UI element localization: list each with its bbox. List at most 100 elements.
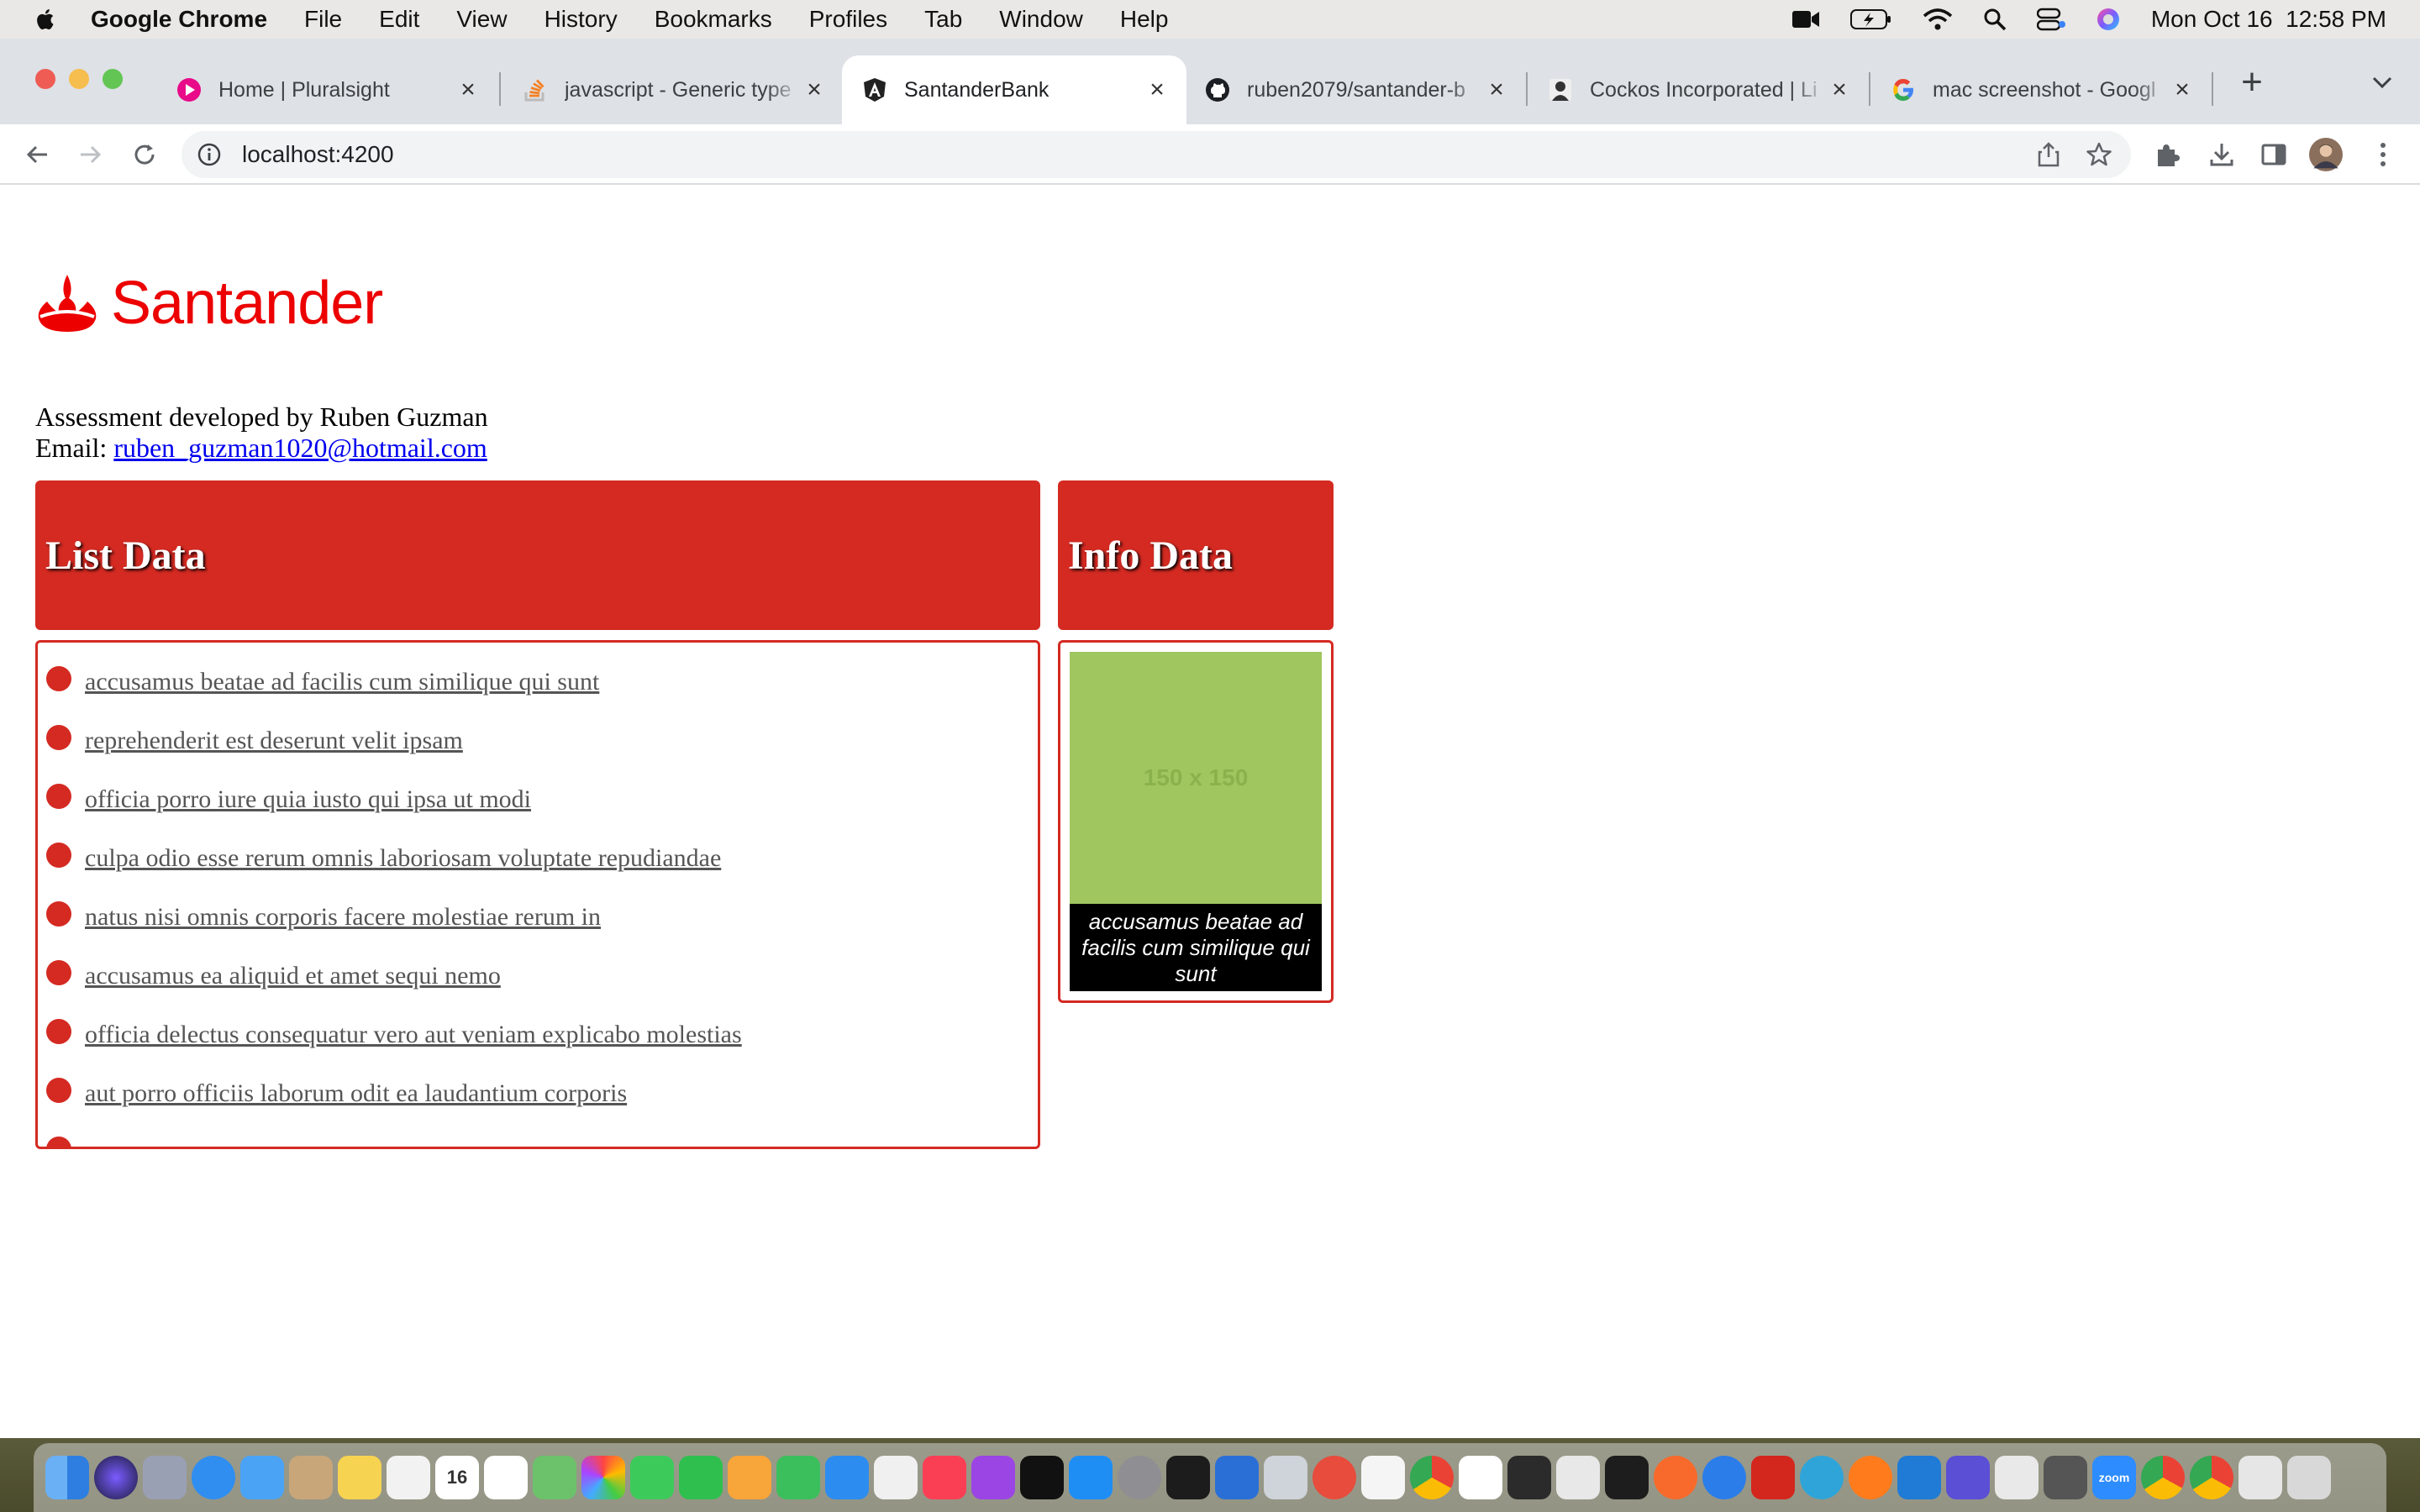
instruments-icon[interactable] — [1313, 1456, 1356, 1499]
share-icon[interactable] — [2037, 142, 2060, 167]
list-item-link[interactable]: culpa odio esse rerum omnis laboriosam v… — [85, 844, 721, 873]
extensions-button[interactable] — [2151, 138, 2185, 171]
news-icon[interactable] — [874, 1456, 918, 1499]
chrome-canary-icon[interactable] — [2190, 1456, 2233, 1499]
profile-avatar[interactable] — [2309, 138, 2343, 171]
trash-icon[interactable] — [2287, 1456, 2331, 1499]
list-data-panel[interactable]: accusamus beatae ad facilis cum similiqu… — [35, 640, 1040, 1149]
video-camera-icon[interactable] — [1791, 8, 1820, 30]
list-item-link[interactable]: officia porro iure quia iusto qui ipsa u… — [85, 785, 531, 814]
close-tab-icon[interactable]: × — [2170, 76, 2195, 104]
list-item-link[interactable]: aut porro officiis laborum odit ea lauda… — [85, 1079, 627, 1108]
keynote-icon[interactable] — [825, 1456, 869, 1499]
list-item-link[interactable]: accusamus beatae ad facilis cum similiqu… — [85, 668, 599, 696]
launchpad-icon[interactable] — [143, 1456, 187, 1499]
podcasts-icon[interactable] — [971, 1456, 1015, 1499]
close-tab-icon[interactable]: × — [455, 76, 481, 104]
activity-monitor-icon[interactable] — [1605, 1456, 1649, 1499]
numbers-icon[interactable] — [776, 1456, 820, 1499]
spotlight-search-icon[interactable] — [1983, 8, 2007, 31]
star-app-icon[interactable] — [1946, 1456, 1990, 1499]
tab-search-chevron-icon[interactable] — [2371, 74, 2393, 91]
app-store-icon[interactable] — [1069, 1456, 1113, 1499]
messages-icon[interactable] — [630, 1456, 674, 1499]
menubar-clock[interactable]: Mon Oct 16 12:58 PM — [2151, 6, 2386, 33]
edge-icon[interactable] — [1800, 1456, 1844, 1499]
textedit-icon[interactable] — [1361, 1456, 1405, 1499]
bookmark-star-icon[interactable] — [2086, 141, 2112, 168]
menu-view[interactable]: View — [456, 6, 507, 33]
maximize-window-button[interactable] — [103, 69, 123, 89]
menu-window[interactable]: Window — [999, 6, 1083, 33]
tab-stackoverflow[interactable]: javascript - Generic type × — [502, 55, 844, 124]
list-item-link[interactable]: officia delectus consequatur vero aut ve… — [85, 1021, 742, 1049]
site-info-icon[interactable] — [197, 142, 222, 167]
close-tab-icon[interactable]: × — [1827, 76, 1852, 104]
downloads-button[interactable] — [2205, 138, 2238, 171]
menu-history[interactable]: History — [544, 6, 618, 33]
tab-santanderbank[interactable]: SantanderBank × — [842, 55, 1186, 124]
preview-icon[interactable] — [1556, 1456, 1600, 1499]
wifi-icon[interactable] — [1923, 8, 1953, 31]
contacts-icon[interactable] — [289, 1456, 333, 1499]
menu-file[interactable]: File — [304, 6, 342, 33]
close-tab-icon[interactable]: × — [1484, 76, 1509, 104]
pages-icon[interactable] — [728, 1456, 771, 1499]
firefox-icon[interactable] — [1849, 1456, 1892, 1499]
system-settings-icon[interactable] — [1118, 1456, 1161, 1499]
list-item-link[interactable]: natus nisi omnis corporis facere molesti… — [85, 903, 601, 932]
address-bar[interactable]: localhost:4200 — [182, 131, 2131, 178]
close-tab-icon[interactable]: × — [1144, 76, 1170, 104]
menu-edit[interactable]: Edit — [379, 6, 419, 33]
tab-google[interactable]: mac screenshot - Googl × — [1870, 55, 2212, 124]
mail-icon[interactable] — [240, 1456, 284, 1499]
tab-cockos[interactable]: Cockos Incorporated | Li × — [1528, 55, 1869, 124]
menu-help[interactable]: Help — [1120, 6, 1169, 33]
photos-icon[interactable] — [581, 1456, 625, 1499]
app-name[interactable]: Google Chrome — [91, 6, 267, 33]
maps-icon[interactable] — [533, 1456, 576, 1499]
back-button[interactable] — [20, 138, 54, 171]
url-text[interactable]: localhost:4200 — [242, 141, 394, 168]
terminal-icon[interactable] — [1166, 1456, 1210, 1499]
side-panel-button[interactable] — [2257, 138, 2291, 171]
list-item-link[interactable]: reprehenderit est deserunt velit ipsam — [85, 727, 463, 755]
close-tab-icon[interactable]: × — [802, 76, 827, 104]
finder-icon[interactable] — [45, 1456, 89, 1499]
chrome-menu-button[interactable] — [2366, 138, 2400, 171]
slack-icon[interactable] — [1459, 1456, 1502, 1499]
battery-icon[interactable] — [1849, 8, 1892, 30]
freeform-icon[interactable] — [387, 1456, 430, 1499]
list-item-link[interactable]: accusamus ea aliquid et amet sequi nemo — [85, 962, 501, 990]
reload-button[interactable] — [128, 138, 161, 171]
acrobat-icon[interactable] — [1751, 1456, 1795, 1499]
unity-icon[interactable] — [1995, 1456, 2039, 1499]
calendar-icon[interactable]: 16 — [435, 1456, 479, 1499]
swift-playgrounds-icon[interactable] — [1654, 1456, 1697, 1499]
ghost-app-icon[interactable] — [1507, 1456, 1551, 1499]
music-icon[interactable] — [923, 1456, 966, 1499]
script-editor-icon[interactable] — [1264, 1456, 1307, 1499]
zoom-icon[interactable]: zoom — [2092, 1456, 2136, 1499]
notes-icon[interactable] — [338, 1456, 381, 1499]
reminders-icon[interactable] — [484, 1456, 528, 1499]
proxyman-icon[interactable] — [1702, 1456, 1746, 1499]
tab-github[interactable]: ruben2079/santander-b × — [1185, 55, 1526, 124]
chrome-app-icon[interactable] — [1410, 1456, 1454, 1499]
facetime-icon[interactable] — [679, 1456, 723, 1499]
new-tab-button[interactable]: + — [2232, 62, 2272, 102]
documents-folder-icon[interactable] — [2238, 1456, 2282, 1499]
minimize-window-button[interactable] — [69, 69, 89, 89]
menu-profiles[interactable]: Profiles — [809, 6, 887, 33]
apple-icon[interactable] — [34, 7, 59, 32]
safari-icon[interactable] — [192, 1456, 235, 1499]
santander-logo[interactable]: Santander — [35, 269, 383, 338]
control-center-icon[interactable] — [2036, 8, 2065, 31]
vscode-icon[interactable] — [1897, 1456, 1941, 1499]
chrome-alt-icon[interactable] — [2141, 1456, 2185, 1499]
menu-bookmarks[interactable]: Bookmarks — [655, 6, 772, 33]
email-link[interactable]: ruben_guzman1020@hotmail.com — [113, 433, 487, 463]
apple-tv-icon[interactable] — [1020, 1456, 1064, 1499]
xcode-icon[interactable] — [1215, 1456, 1259, 1499]
menu-tab[interactable]: Tab — [924, 6, 962, 33]
